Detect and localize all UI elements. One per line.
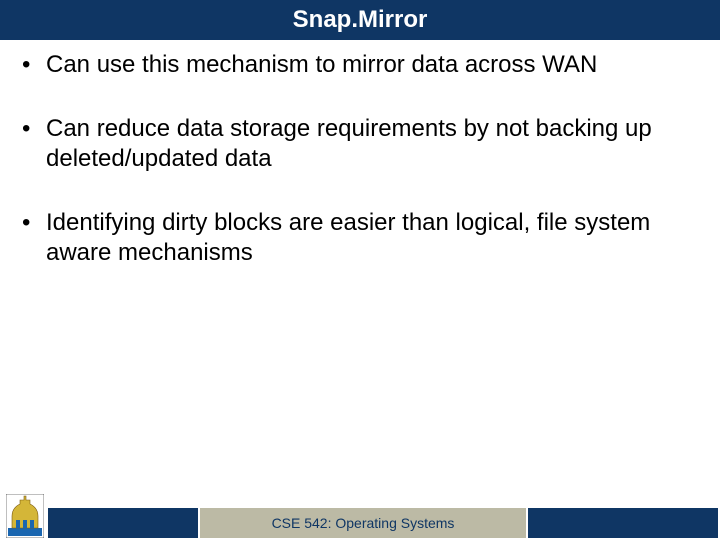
bullet-item: • Identifying dirty blocks are easier th… [22, 208, 698, 268]
footer-right-block [528, 508, 718, 538]
bullet-text: Can reduce data storage requirements by … [46, 114, 698, 174]
bullet-item: • Can use this mechanism to mirror data … [22, 50, 698, 80]
slide: Snap.Mirror • Can use this mechanism to … [0, 0, 720, 540]
bullet-dot: • [22, 114, 46, 144]
title-bar: Snap.Mirror [0, 0, 720, 40]
bullet-dot: • [22, 50, 46, 80]
course-label: CSE 542: Operating Systems [272, 515, 455, 531]
spacer [22, 80, 698, 114]
dome-logo-icon [6, 494, 44, 538]
footer-center-block: CSE 542: Operating Systems [200, 508, 526, 538]
footer-left-block [48, 508, 198, 538]
slide-content: • Can use this mechanism to mirror data … [0, 40, 720, 268]
slide-title: Snap.Mirror [293, 6, 428, 34]
bullet-dot: • [22, 208, 46, 238]
bullet-item: • Can reduce data storage requirements b… [22, 114, 698, 174]
bullet-text: Identifying dirty blocks are easier than… [46, 208, 698, 268]
bullet-text: Can use this mechanism to mirror data ac… [46, 50, 698, 80]
footer: CSE 542: Operating Systems [0, 506, 720, 538]
spacer [22, 174, 698, 208]
